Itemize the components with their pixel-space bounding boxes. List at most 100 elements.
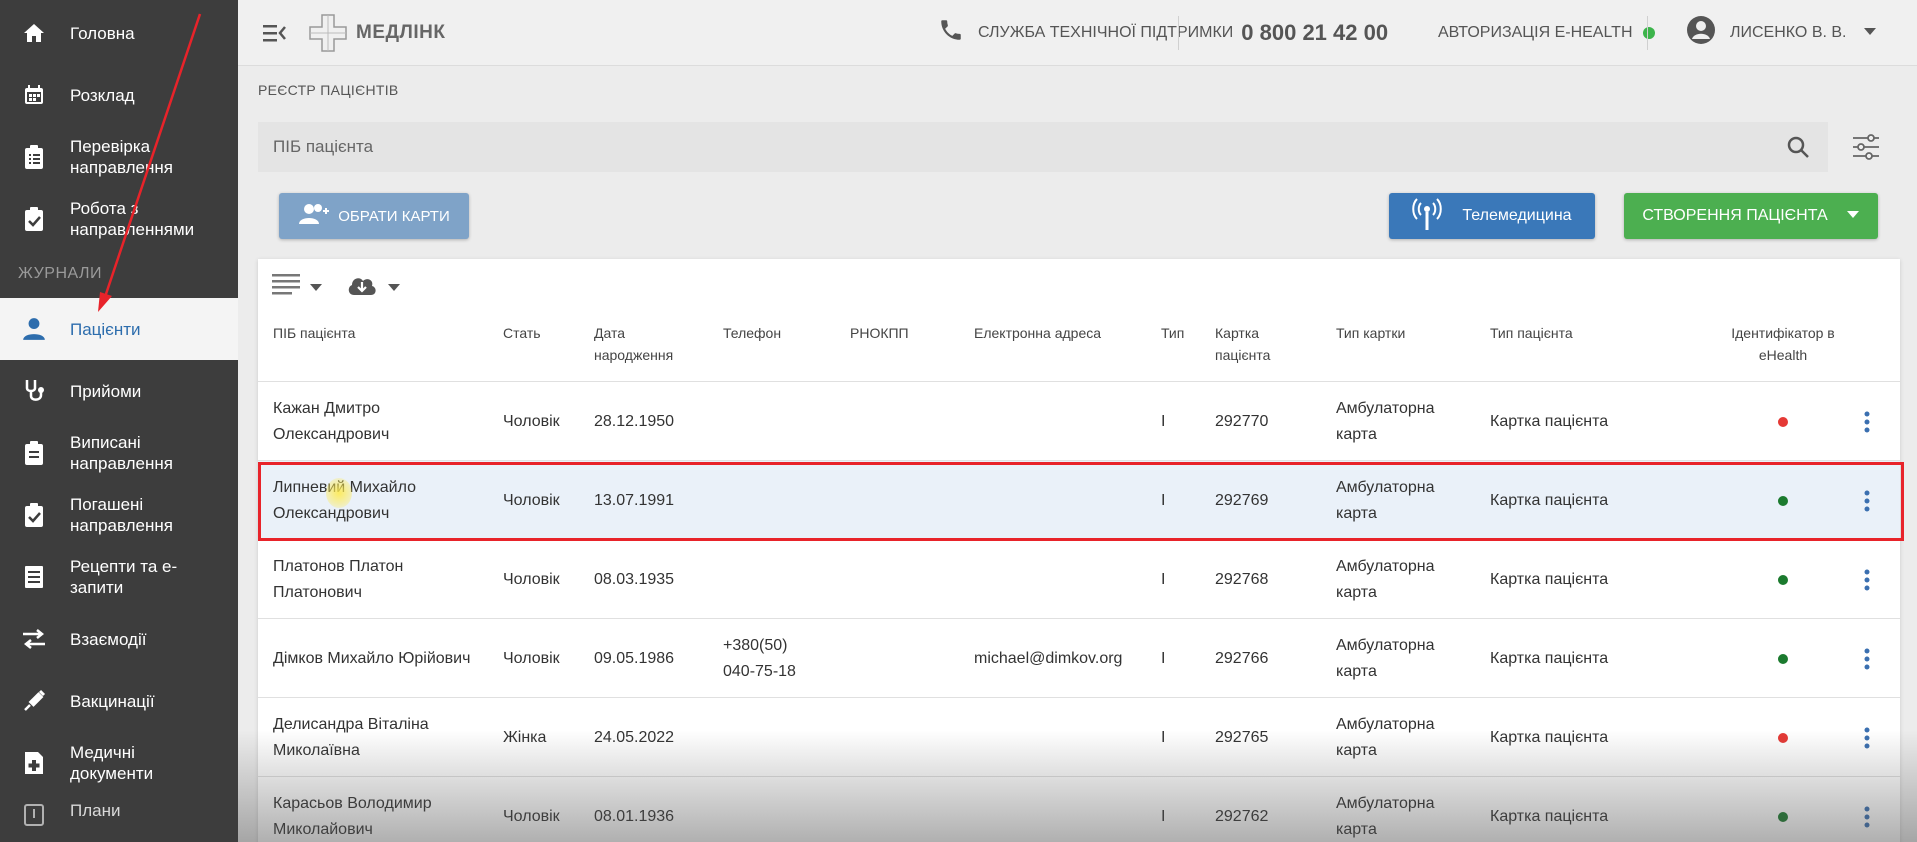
cell-patient-type: Картка пацієнта bbox=[1490, 649, 1609, 667]
cell-card-type: Амбулаторна карта bbox=[1336, 399, 1435, 443]
support-info: СЛУЖБА ТЕХНІЧНОЇ ПІДТРИМКИ 0 800 21 42 0… bbox=[938, 0, 1388, 66]
telemedicine-button[interactable]: Телемедицина bbox=[1389, 193, 1595, 239]
search-bar bbox=[258, 122, 1828, 172]
cell-name: Липневий Михайло Олександрович bbox=[273, 478, 416, 522]
ehealth-label: АВТОРИЗАЦІЯ E-HEALTH bbox=[1438, 23, 1633, 41]
caret-down-icon bbox=[1846, 207, 1860, 225]
cell-name: Кажан Дмитро Олександрович bbox=[273, 399, 390, 443]
cell-dob: 09.05.1986 bbox=[594, 649, 675, 667]
more-vert-icon[interactable] bbox=[1864, 540, 1884, 619]
column-header-patient-type[interactable]: Тип пацієнта bbox=[1490, 322, 1573, 344]
cell-card: 292762 bbox=[1215, 807, 1269, 825]
telemedicine-label: Телемедицина bbox=[1462, 207, 1572, 224]
select-cards-button[interactable]: ОБРАТИ КАРТИ bbox=[279, 193, 469, 239]
cell-dob: 28.12.1950 bbox=[594, 412, 675, 430]
filter-settings-icon[interactable] bbox=[1845, 127, 1887, 167]
more-vert-icon[interactable] bbox=[1864, 461, 1884, 540]
sidebar-item-label: Плани bbox=[70, 801, 121, 820]
ehealth-status-dot bbox=[1778, 495, 1788, 506]
swap-arrows-icon bbox=[20, 625, 48, 653]
column-header-sex[interactable]: Стать bbox=[503, 322, 541, 344]
column-header-rnokpp[interactable]: РНОКПП bbox=[850, 322, 909, 344]
cell-patient-type: Картка пацієнта bbox=[1490, 412, 1609, 430]
cell-phone: +380(50) 040-75-18 bbox=[723, 636, 796, 680]
caret-down-icon bbox=[388, 279, 400, 297]
column-header-card-type[interactable]: Тип картки bbox=[1336, 322, 1405, 344]
ehealth-auth-status[interactable]: АВТОРИЗАЦІЯ E-HEALTH bbox=[1438, 0, 1655, 66]
ehealth-status-dot bbox=[1778, 416, 1788, 427]
sidebar-item-label: Рецепти та е-запити bbox=[70, 557, 178, 597]
medlink-logo-icon bbox=[309, 13, 347, 52]
more-vert-icon[interactable] bbox=[1864, 777, 1884, 842]
cell-rnokpp bbox=[850, 540, 960, 619]
column-header-card[interactable]: Картка пацієнта bbox=[1215, 322, 1285, 366]
ehealth-status-dot bbox=[1778, 574, 1788, 585]
sidebar: Головна Розклад Перевірка направлення Ро… bbox=[0, 0, 238, 842]
syringe-icon bbox=[20, 687, 48, 715]
cell-phone bbox=[723, 777, 823, 842]
logo-text: МЕДЛІНК bbox=[356, 21, 446, 43]
table-row[interactable]: Карасьов Володимир Миколайович Чоловік 08.… bbox=[258, 776, 1900, 842]
breadcrumb: РЕЄСТР ПАЦІЄНТІВ bbox=[258, 82, 399, 98]
columns-menu-button[interactable] bbox=[272, 273, 322, 302]
search-icon[interactable] bbox=[1768, 135, 1828, 159]
cell-name: Делисандра Віталіна Миколаївна bbox=[273, 715, 429, 759]
annotation-arrow bbox=[98, 13, 202, 312]
export-menu-button[interactable] bbox=[346, 273, 400, 302]
user-menu[interactable]: ЛИСЕНКО В. В. bbox=[1686, 0, 1877, 66]
ehealth-status-dot bbox=[1778, 811, 1788, 822]
cell-name: Карасьов Володимир Миколайович bbox=[273, 794, 432, 838]
table-row[interactable]: Дімков Михайло Юрійович Чоловік 09.05.1986… bbox=[258, 618, 1900, 697]
table-row[interactable]: Липневий Михайло Олександрович Чоловік 13.… bbox=[258, 460, 1900, 539]
table-toolbar bbox=[272, 273, 424, 302]
column-header-type[interactable]: Тип bbox=[1161, 322, 1184, 344]
sidebar-item-label: Вакцинації bbox=[70, 691, 155, 711]
cell-email bbox=[974, 540, 1154, 619]
sidebar-item-appointments[interactable]: Прийоми bbox=[0, 360, 238, 422]
cell-card-type: Амбулаторна карта bbox=[1336, 636, 1435, 680]
user-name: ЛИСЕНКО В. В. bbox=[1730, 23, 1847, 41]
ehealth-status-dot bbox=[1778, 732, 1788, 743]
table-row[interactable]: Платонов Платон Платонович Чоловік 08.03.1… bbox=[258, 539, 1900, 618]
more-vert-icon[interactable] bbox=[1864, 382, 1884, 461]
column-header-name[interactable]: ПІБ пацієнта bbox=[273, 322, 355, 344]
cell-ehealth-id bbox=[1778, 461, 1788, 540]
sidebar-item-vaccinations[interactable]: Вакцинації bbox=[0, 670, 238, 732]
create-patient-button[interactable]: СТВОРЕННЯ ПАЦІЄНТА bbox=[1624, 193, 1878, 239]
sidebar-item-interactions[interactable]: Взаємодії bbox=[0, 608, 238, 670]
cell-rnokpp bbox=[850, 619, 960, 698]
clipboard-check-icon bbox=[20, 501, 48, 529]
search-input[interactable] bbox=[258, 122, 1768, 172]
menu-collapse-icon[interactable] bbox=[260, 18, 290, 48]
sidebar-item-issued-referrals[interactable]: Виписані направлення bbox=[0, 422, 238, 484]
cell-phone bbox=[723, 382, 823, 461]
cell-ehealth-id bbox=[1778, 382, 1788, 461]
cell-type: I bbox=[1161, 807, 1166, 825]
column-header-ehealth-id[interactable]: Ідентифікатор в eHealth bbox=[1728, 322, 1838, 366]
sidebar-item-prescriptions[interactable]: Рецепти та е-запити bbox=[0, 546, 238, 608]
clipboard-list-icon bbox=[20, 439, 48, 467]
cell-patient-type: Картка пацієнта bbox=[1490, 570, 1609, 588]
app-logo[interactable]: МЕДЛІНК bbox=[308, 13, 445, 53]
table-row[interactable]: Делисандра Віталіна Миколаївна Жінка 24.05… bbox=[258, 697, 1900, 776]
more-vert-icon[interactable] bbox=[1864, 698, 1884, 777]
column-header-email[interactable]: Електронна адреса bbox=[974, 322, 1101, 344]
cell-dob: 13.07.1991 bbox=[594, 491, 675, 509]
column-header-phone[interactable]: Телефон bbox=[723, 322, 781, 344]
cell-rnokpp bbox=[850, 382, 960, 461]
cell-card-type: Амбулаторна карта bbox=[1336, 557, 1435, 601]
sidebar-item-plans[interactable]: Плани bbox=[0, 794, 238, 834]
cell-type: I bbox=[1161, 491, 1166, 509]
sidebar-item-medical-documents[interactable]: Медичні документи bbox=[0, 732, 238, 794]
phone-icon bbox=[938, 17, 964, 48]
add-users-icon bbox=[298, 203, 330, 229]
cell-email bbox=[974, 461, 1154, 540]
column-header-dob[interactable]: Дата народження bbox=[594, 322, 684, 366]
cell-email bbox=[974, 698, 1154, 777]
sidebar-item-redeemed-referrals[interactable]: Погашені направлення bbox=[0, 484, 238, 546]
table-row[interactable]: Кажан Дмитро Олександрович Чоловік 28.12.1… bbox=[258, 381, 1900, 460]
cell-rnokpp bbox=[850, 461, 960, 540]
sidebar-item-label: Взаємодії bbox=[70, 629, 147, 649]
cell-sex: Чоловік bbox=[503, 570, 560, 588]
more-vert-icon[interactable] bbox=[1864, 619, 1884, 698]
